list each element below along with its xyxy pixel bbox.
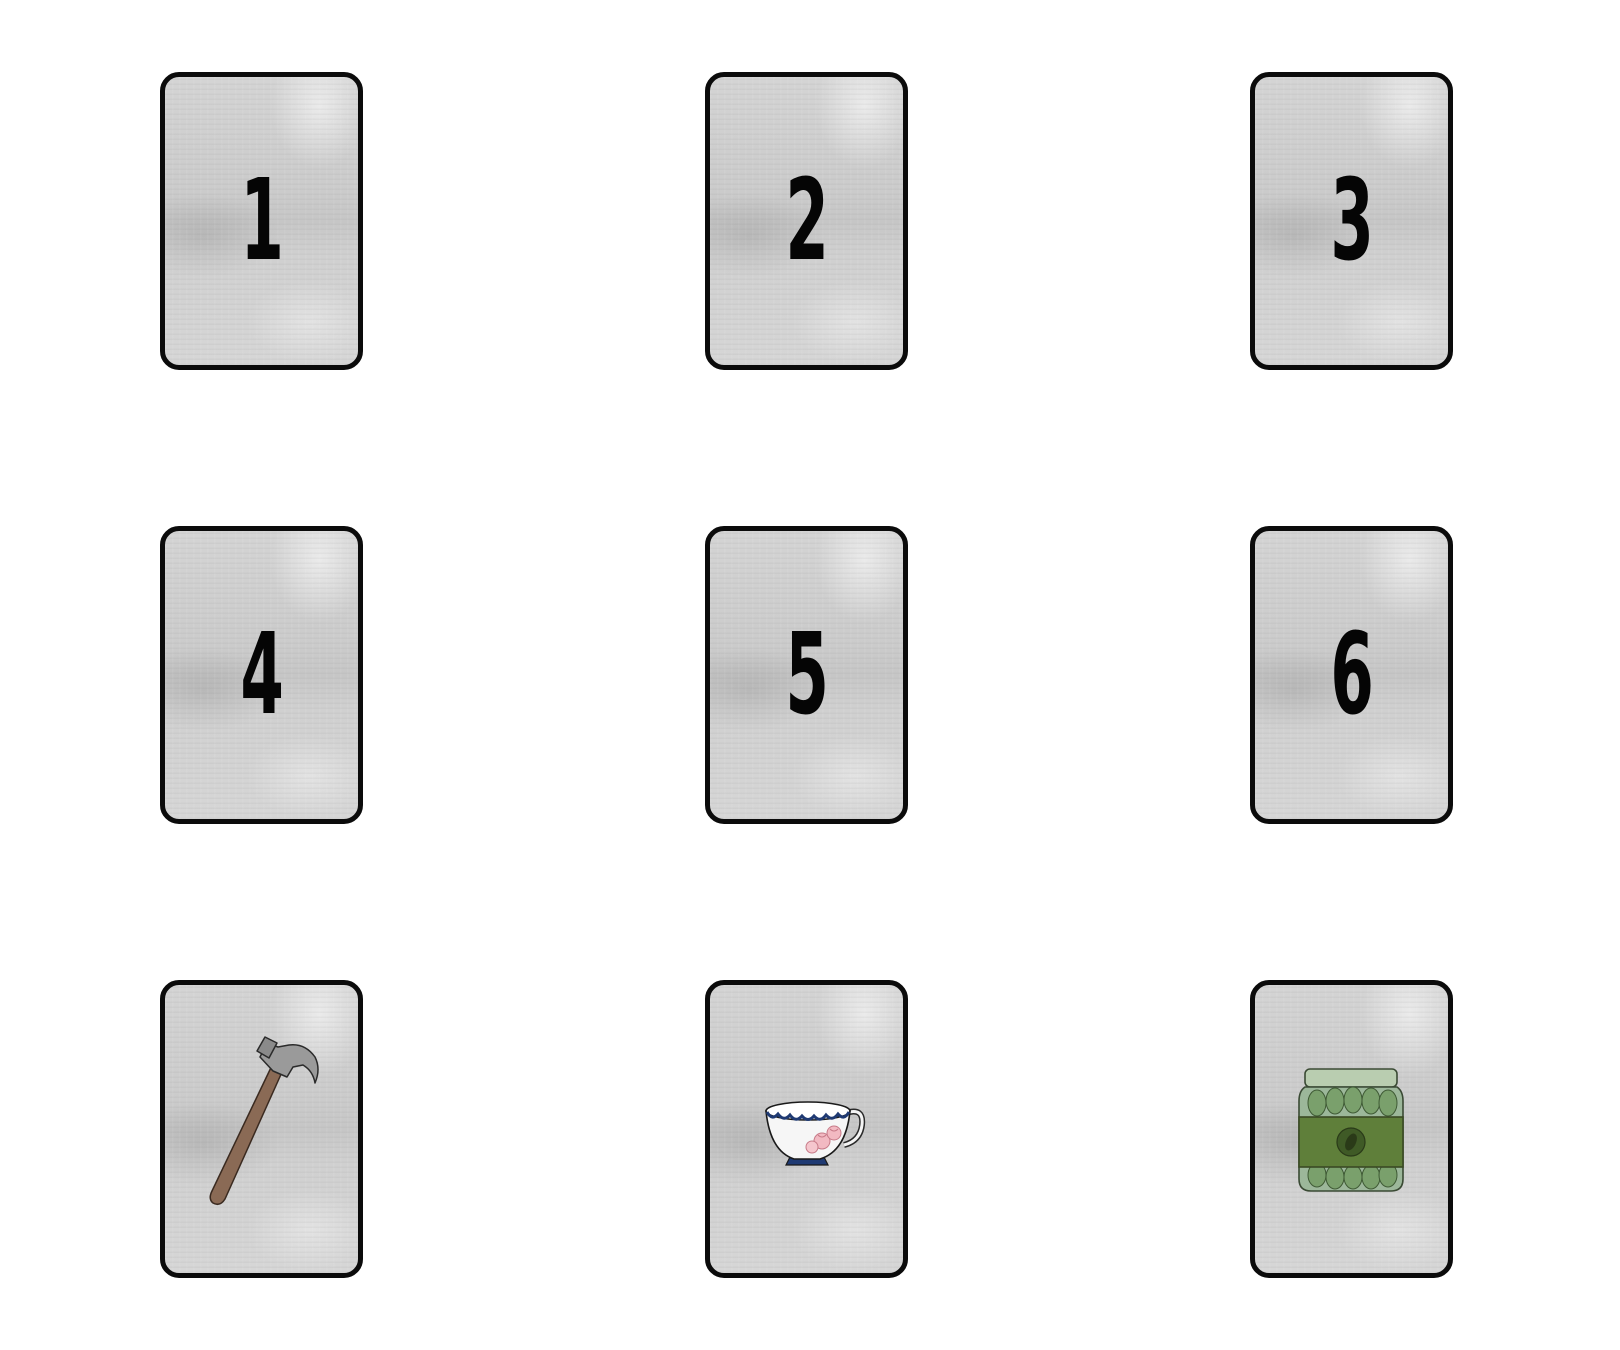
card-1[interactable]: 1 (160, 72, 363, 370)
card-teacup[interactable] (705, 980, 908, 1278)
teacup-icon (765, 1101, 866, 1166)
card-number: 4 (240, 610, 283, 740)
card-pickle-jar[interactable] (1250, 980, 1453, 1278)
hammer-icon (209, 1036, 319, 1206)
card-5[interactable]: 5 (705, 526, 908, 824)
card-hammer[interactable] (160, 980, 363, 1278)
card-number: 5 (785, 610, 828, 740)
card-6[interactable]: 6 (1250, 526, 1453, 824)
pickle-jar-icon (1298, 1068, 1404, 1192)
card-number: 1 (240, 156, 283, 286)
card-2[interactable]: 2 (705, 72, 908, 370)
card-3[interactable]: 3 (1250, 72, 1453, 370)
card-number: 2 (785, 156, 828, 286)
card-number: 6 (1330, 610, 1373, 740)
card-4[interactable]: 4 (160, 526, 363, 824)
card-number: 3 (1330, 156, 1373, 286)
